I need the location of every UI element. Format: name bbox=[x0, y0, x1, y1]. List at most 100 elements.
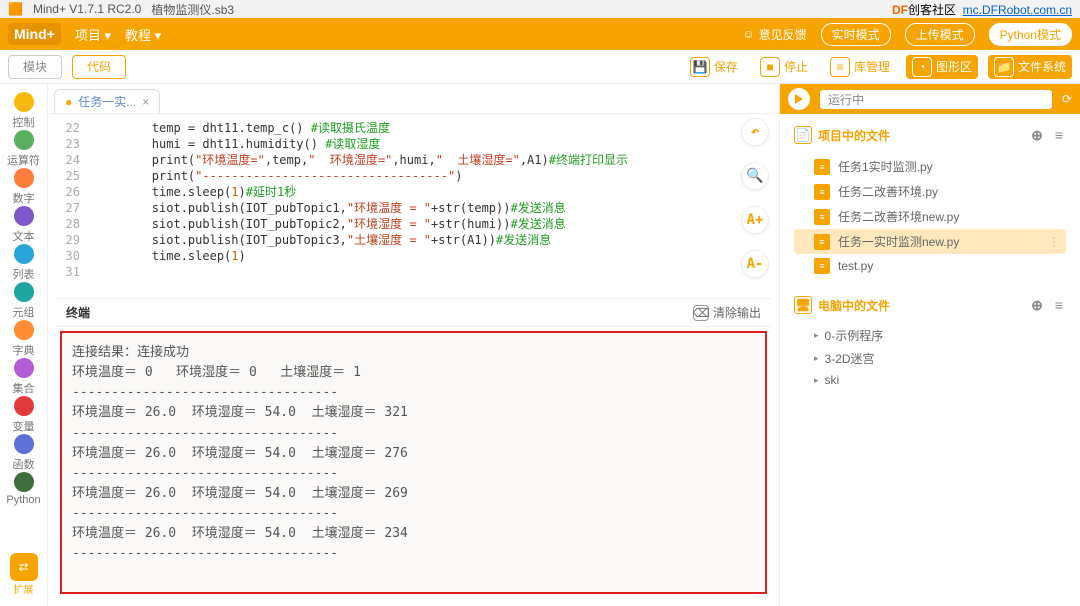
file-icon: ≡ bbox=[814, 234, 830, 250]
pc-folder[interactable]: 0-示例程序 bbox=[794, 324, 1066, 347]
feedback-link[interactable]: ☺意见反馈 bbox=[742, 26, 806, 43]
category-dot-icon bbox=[14, 206, 34, 226]
folder-icon: 📁 bbox=[994, 57, 1014, 77]
libs-icon: ≡ bbox=[830, 57, 850, 77]
category-集合[interactable]: 集合 bbox=[6, 358, 40, 396]
terminal-output[interactable]: 连接结果：连接成功环境温度＝ 0 环境湿度＝ 0 土壤湿度＝ 1--------… bbox=[60, 331, 767, 594]
category-字典[interactable]: 字典 bbox=[6, 320, 40, 358]
category-变量[interactable]: 变量 bbox=[6, 396, 40, 434]
category-dot-icon bbox=[14, 434, 34, 454]
run-status: 运行中 bbox=[820, 90, 1052, 109]
category-数字[interactable]: 数字 bbox=[6, 168, 40, 206]
add-file-button[interactable]: ⊕ bbox=[1028, 127, 1046, 144]
tab-blocks[interactable]: 模块 bbox=[8, 55, 62, 79]
project-files-header: 📄 项目中的文件 ⊕ ≡ bbox=[794, 126, 1066, 144]
menubar: Mind+ 项目 ▾ 教程 ▾ ☺意见反馈 实时模式 上传模式 Python模式 bbox=[0, 18, 1080, 50]
close-tab-icon[interactable]: × bbox=[142, 95, 149, 109]
category-文本[interactable]: 文本 bbox=[6, 206, 40, 244]
category-label: 数字 bbox=[13, 190, 35, 206]
mode-upload[interactable]: 上传模式 bbox=[905, 23, 975, 46]
category-dot-icon bbox=[14, 472, 34, 492]
extension-button[interactable]: ⇄ bbox=[10, 553, 38, 581]
pc-files-header: 🖥 电脑中的文件 ⊕ ≡ bbox=[794, 296, 1066, 314]
run-button[interactable] bbox=[788, 88, 810, 110]
logo: Mind+ bbox=[8, 23, 61, 45]
category-dot-icon bbox=[14, 320, 34, 340]
filesystem-button[interactable]: 📁文件系统 bbox=[988, 55, 1072, 79]
font-plus-button[interactable]: A+ bbox=[741, 206, 769, 234]
file-name: 任务一实时监测new.py bbox=[838, 233, 959, 250]
terminal-panel: 终端 ⌫清除输出 连接结果：连接成功环境温度＝ 0 环境湿度＝ 0 土壤湿度＝ … bbox=[56, 298, 771, 598]
project-file[interactable]: ≡任务二改善环境new.py bbox=[794, 204, 1066, 229]
folder-name: 3-2D迷宫 bbox=[825, 350, 875, 367]
add-folder-button[interactable]: ⊕ bbox=[1028, 297, 1046, 314]
category-函数[interactable]: 函数 bbox=[6, 434, 40, 472]
project-file[interactable]: ≡ 任务1实时监测.py bbox=[794, 154, 1066, 179]
category-控制[interactable]: 控制 bbox=[6, 92, 40, 130]
libs-button[interactable]: ≡库管理 bbox=[824, 55, 896, 79]
brand-url: mc.DFRobot.com.cn bbox=[963, 3, 1072, 17]
right-pane: 运行中 ⟳ 📄 项目中的文件 ⊕ ≡ ≡ 任务1实时监测.py ≡ 任务二改善环境.p… bbox=[780, 84, 1080, 606]
project-file[interactable]: ≡ 任务一实时监测new.py ⋮ bbox=[794, 229, 1066, 254]
editor-tab-label: 任务一实... bbox=[78, 93, 136, 110]
chart-icon: ◔ bbox=[912, 57, 932, 77]
os-titlebar: 🟧 Mind+ V1.7.1 RC2.0 植物监测仪.sb3 DF创客社区 mc… bbox=[0, 0, 1080, 18]
app-icon: 🟧 bbox=[8, 2, 23, 16]
category-Python[interactable]: Python bbox=[6, 472, 40, 506]
category-元组[interactable]: 元组 bbox=[6, 282, 40, 320]
project-file[interactable]: ≡test.py bbox=[794, 254, 1066, 278]
chart-button[interactable]: ◔图形区 bbox=[906, 55, 978, 79]
category-dot-icon bbox=[14, 396, 34, 416]
app-title: Mind+ V1.7.1 RC2.0 bbox=[33, 2, 141, 16]
font-minus-button[interactable]: A- bbox=[741, 250, 769, 278]
file-name: 任务二改善环境.py bbox=[838, 183, 938, 200]
more-folders-button[interactable]: ≡ bbox=[1052, 297, 1066, 313]
clear-icon: ⌫ bbox=[693, 305, 709, 321]
open-file-name: 植物监测仪.sb3 bbox=[151, 1, 234, 18]
topbar: 模块 代码 💾保存 ■停止 ≡库管理 ◔图形区 📁文件系统 bbox=[0, 50, 1080, 84]
file-icon: ≡ bbox=[814, 184, 830, 200]
stop-button[interactable]: ■停止 bbox=[754, 55, 814, 79]
category-运算符[interactable]: 运算符 bbox=[6, 130, 40, 168]
mode-realtime[interactable]: 实时模式 bbox=[821, 23, 891, 46]
category-label: 函数 bbox=[13, 456, 35, 472]
menu-project[interactable]: 项目 ▾ bbox=[75, 25, 111, 44]
category-sidebar: 控制运算符数字文本列表元组字典集合变量函数Python ⇄ 扩展 bbox=[0, 84, 48, 606]
pc-folder[interactable]: 3-2D迷宫 bbox=[794, 347, 1066, 370]
file-more-icon[interactable]: ⋮ bbox=[1048, 235, 1060, 249]
tab-code[interactable]: 代码 bbox=[72, 55, 126, 79]
project-file[interactable]: ≡ 任务二改善环境.py bbox=[794, 179, 1066, 204]
file-icon: ≡ bbox=[814, 209, 830, 225]
category-label: 列表 bbox=[13, 266, 35, 282]
center-pane: ● 任务一实... × 22 temp = dht11.temp_c() #读取… bbox=[48, 84, 780, 606]
undo-button[interactable]: ↶ bbox=[741, 118, 769, 146]
clear-output-button[interactable]: ⌫清除输出 bbox=[693, 304, 761, 321]
mode-python[interactable]: Python模式 bbox=[989, 23, 1072, 46]
more-files-button[interactable]: ≡ bbox=[1052, 127, 1066, 143]
save-button[interactable]: 💾保存 bbox=[684, 55, 744, 79]
category-dot-icon bbox=[14, 358, 34, 378]
category-列表[interactable]: 列表 bbox=[6, 244, 40, 282]
brand: DF创客社区 mc.DFRobot.com.cn bbox=[892, 1, 1072, 18]
file-name: 任务1实时监测.py bbox=[838, 158, 933, 175]
category-label: 集合 bbox=[13, 380, 35, 396]
terminal-title: 终端 bbox=[66, 304, 90, 321]
category-label: 变量 bbox=[13, 418, 35, 434]
pc-folder[interactable]: ski bbox=[794, 370, 1066, 390]
brand-suffix: 创客社区 bbox=[908, 3, 956, 17]
code-editor[interactable]: 22 temp = dht11.temp_c() #读取摄氏温度23 humi … bbox=[48, 114, 779, 292]
menu-tutorial[interactable]: 教程 ▾ bbox=[125, 25, 161, 44]
folder-name: ski bbox=[825, 373, 840, 387]
extension-label: 扩展 bbox=[10, 581, 38, 596]
search-button[interactable]: 🔍 bbox=[741, 162, 769, 190]
category-dot-icon bbox=[14, 168, 34, 188]
editor-tab-active[interactable]: ● 任务一实... × bbox=[54, 89, 160, 113]
brand-prefix: DF bbox=[892, 3, 908, 17]
file-icon: ≡ bbox=[814, 159, 830, 175]
refresh-button[interactable]: ⟳ bbox=[1062, 92, 1072, 106]
category-dot-icon bbox=[14, 282, 34, 302]
main: 控制运算符数字文本列表元组字典集合变量函数Python ⇄ 扩展 ● 任务一实.… bbox=[0, 84, 1080, 606]
stop-icon: ■ bbox=[760, 57, 780, 77]
file-name: test.py bbox=[838, 259, 873, 273]
category-label: 文本 bbox=[13, 228, 35, 244]
